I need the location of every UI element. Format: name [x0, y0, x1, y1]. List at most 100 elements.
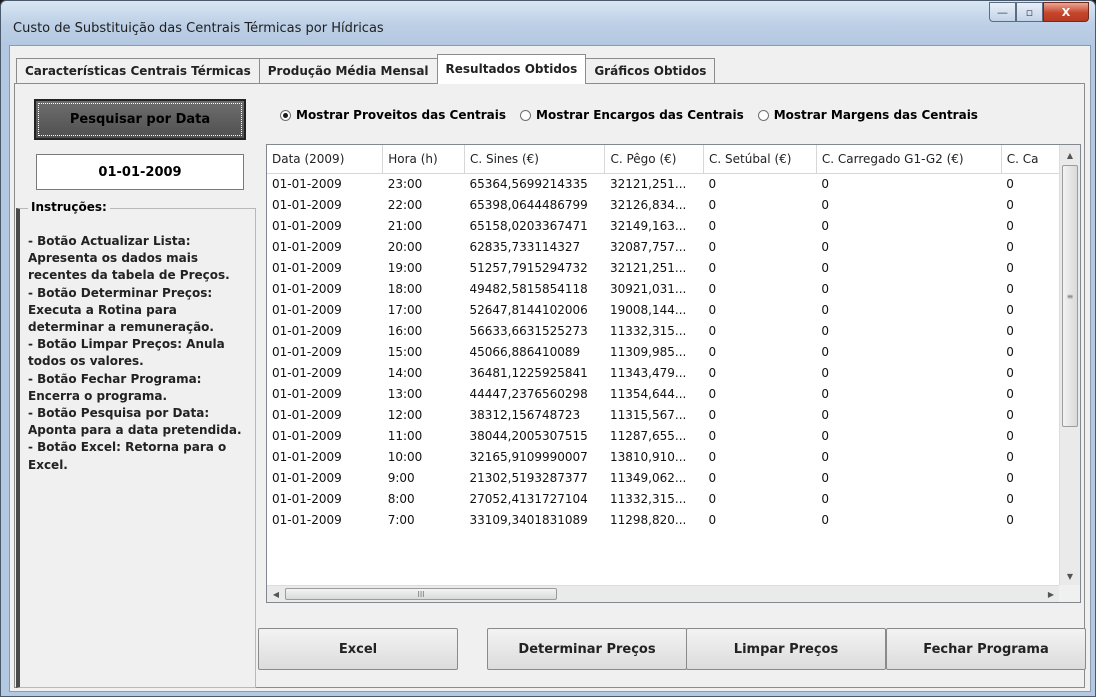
- table-row[interactable]: 01-01-2009 19:00 51257,7915294732 32121,251…: [267, 257, 1060, 278]
- search-by-date-button[interactable]: Pesquisar por Data: [34, 99, 246, 140]
- scroll-right-icon[interactable]: ▶: [1042, 586, 1060, 602]
- table-row[interactable]: 01-01-2009 7:00 33109,3401831089 11298,820.…: [267, 509, 1060, 530]
- table-cell: 0: [1006, 197, 1014, 212]
- table-row[interactable]: 01-01-2009 21:00 65158,0203367471 32149,163…: [267, 215, 1060, 236]
- table-row[interactable]: 01-01-2009 16:00 56633,6631525273 11332,315…: [267, 320, 1060, 341]
- table-row[interactable]: 01-01-2009 9:00 21302,5193287377 11349,062.…: [267, 467, 1060, 488]
- table-cell: 27052,4131727104: [469, 491, 588, 506]
- table-cell: 11309,985...: [609, 344, 687, 359]
- table-row[interactable]: 01-01-2009 23:00 65364,5699214335 32121,251…: [267, 173, 1060, 194]
- instruction-line: - Botão Pesquisa por Data: Aponta para a…: [28, 406, 242, 438]
- scroll-down-icon[interactable]: ▼: [1060, 566, 1080, 586]
- tab-strip: Características Centrais Térmicas Produç…: [16, 54, 716, 84]
- column-header[interactable]: C. Sines (€): [464, 145, 606, 174]
- scroll-left-icon[interactable]: ◀: [267, 586, 285, 602]
- table-row[interactable]: 01-01-2009 10:00 32165,9109990007 13810,910…: [267, 446, 1060, 467]
- radio-margens[interactable]: Mostrar Margens das Centrais: [757, 108, 978, 122]
- table-row[interactable]: 01-01-2009 22:00 65398,0644486799 32126,834…: [267, 194, 1060, 215]
- excel-button[interactable]: Excel: [258, 628, 458, 670]
- title-bar[interactable]: Custo de Substituição das Centrais Térmi…: [1, 1, 1095, 45]
- table-cell: 0: [1006, 491, 1014, 506]
- horizontal-scrollbar[interactable]: ◀ III ▶: [267, 585, 1060, 602]
- table-cell: 11343,479...: [609, 365, 687, 380]
- table-cell: 65158,0203367471: [469, 218, 588, 233]
- instruction-line: - Botão Limpar Preços: Anula todos os va…: [28, 337, 225, 369]
- table-cell: 01-01-2009: [272, 218, 342, 233]
- tab-producao[interactable]: Produção Média Mensal: [258, 58, 438, 84]
- scroll-up-icon[interactable]: ▲: [1060, 145, 1080, 165]
- display-mode-radios: Mostrar Proveitos das Centrais Mostrar E…: [280, 108, 992, 122]
- table-cell: 8:00: [387, 491, 415, 506]
- clear-prices-button[interactable]: Limpar Preços: [686, 628, 886, 670]
- table-cell: 11298,820...: [609, 512, 687, 527]
- column-header[interactable]: C. Ca: [1001, 145, 1060, 174]
- table-cell: 56633,6631525273: [469, 323, 588, 338]
- table-cell: 23:00: [387, 176, 423, 191]
- table-row[interactable]: 01-01-2009 14:00 36481,1225925841 11343,479…: [267, 362, 1060, 383]
- table-cell: 0: [1006, 428, 1014, 443]
- table-cell: 0: [821, 239, 830, 254]
- table-cell: 11332,315...: [609, 491, 687, 506]
- column-header[interactable]: Hora (h): [382, 145, 465, 174]
- window-title: Custo de Substituição das Centrais Térmi…: [13, 21, 384, 36]
- table-body: 01-01-2009 23:00 65364,5699214335 32121,251…: [267, 173, 1060, 530]
- table-cell: 65398,0644486799: [469, 197, 588, 212]
- table-cell: 13810,910...: [609, 449, 687, 464]
- table-cell: 0: [1006, 365, 1014, 380]
- table-cell: 0: [708, 491, 717, 506]
- column-header[interactable]: C. Setúbal (€): [703, 145, 817, 174]
- table-cell: 33109,3401831089: [469, 512, 588, 527]
- results-grid[interactable]: Data (2009) Hora (h) C. Sines (€) C. Pêg…: [266, 144, 1081, 603]
- minimize-button[interactable]: —: [989, 2, 1016, 22]
- table-row[interactable]: 01-01-2009 8:00 27052,4131727104 11332,315.…: [267, 488, 1060, 509]
- table-row[interactable]: 01-01-2009 13:00 44447,2376560298 11354,644…: [267, 383, 1060, 404]
- column-header[interactable]: C. Carregado G1-G2 (€): [816, 145, 1002, 174]
- vertical-scrollbar[interactable]: ▲ ≡ ▼: [1059, 145, 1080, 586]
- column-header[interactable]: Data (2009): [267, 145, 384, 174]
- date-field[interactable]: 01-01-2009: [36, 154, 244, 190]
- table-row[interactable]: 01-01-2009 17:00 52647,8144102006 19008,144…: [267, 299, 1060, 320]
- table-cell: 17:00: [387, 302, 423, 317]
- table-cell: 32121,251...: [609, 176, 687, 191]
- instruction-line: - Botão Actualizar Lista: Apresenta os d…: [28, 234, 230, 283]
- table-cell: 0: [821, 470, 830, 485]
- table-cell: 0: [821, 428, 830, 443]
- table-cell: 18:00: [387, 281, 423, 296]
- determine-prices-button[interactable]: Determinar Preços: [487, 628, 687, 670]
- table-cell: 0: [708, 512, 717, 527]
- table-row[interactable]: 01-01-2009 15:00 45066,886410089 11309,985.…: [267, 341, 1060, 362]
- scrollbar-corner: [1059, 585, 1080, 602]
- horizontal-scroll-thumb[interactable]: III: [285, 588, 557, 600]
- table-cell: 01-01-2009: [272, 302, 342, 317]
- table-cell: 01-01-2009: [272, 344, 342, 359]
- table-row[interactable]: 01-01-2009 18:00 49482,5815854118 30921,031…: [267, 278, 1060, 299]
- vertical-scroll-thumb[interactable]: ≡: [1062, 165, 1078, 427]
- table-cell: 01-01-2009: [272, 470, 342, 485]
- tab-graficos[interactable]: Gráficos Obtidos: [585, 58, 716, 84]
- table-cell: 51257,7915294732: [469, 260, 588, 275]
- close-program-button[interactable]: Fechar Programa: [886, 628, 1086, 670]
- maximize-button[interactable]: ▫: [1016, 2, 1043, 22]
- results-table: Data (2009) Hora (h) C. Sines (€) C. Pêg…: [267, 145, 1060, 530]
- instructions-title: Instruções:: [28, 200, 110, 214]
- table-cell: 0: [821, 176, 830, 191]
- radio-proveitos[interactable]: Mostrar Proveitos das Centrais: [280, 108, 506, 122]
- table-cell: 0: [821, 281, 830, 296]
- tab-caracteristicas[interactable]: Características Centrais Térmicas: [16, 58, 260, 84]
- radio-encargos[interactable]: Mostrar Encargos das Centrais: [520, 108, 744, 122]
- column-header[interactable]: C. Pêgo (€): [604, 145, 704, 174]
- table-cell: 0: [1006, 449, 1014, 464]
- client-area: Características Centrais Térmicas Produç…: [9, 45, 1091, 692]
- table-row[interactable]: 01-01-2009 12:00 38312,156748723 11315,567.…: [267, 404, 1060, 425]
- table-cell: 13:00: [387, 386, 423, 401]
- table-cell: 0: [1006, 260, 1014, 275]
- table-cell: 01-01-2009: [272, 365, 342, 380]
- table-row[interactable]: 01-01-2009 20:00 62835,733114327 32087,757.…: [267, 236, 1060, 257]
- table-cell: 0: [1006, 323, 1014, 338]
- table-cell: 01-01-2009: [272, 449, 342, 464]
- close-button[interactable]: X: [1043, 2, 1089, 22]
- tab-resultados[interactable]: Resultados Obtidos: [436, 54, 587, 84]
- window-controls: — ▫ X: [989, 2, 1089, 22]
- table-row[interactable]: 01-01-2009 11:00 38044,2005307515 11287,655…: [267, 425, 1060, 446]
- table-cell: 0: [821, 491, 830, 506]
